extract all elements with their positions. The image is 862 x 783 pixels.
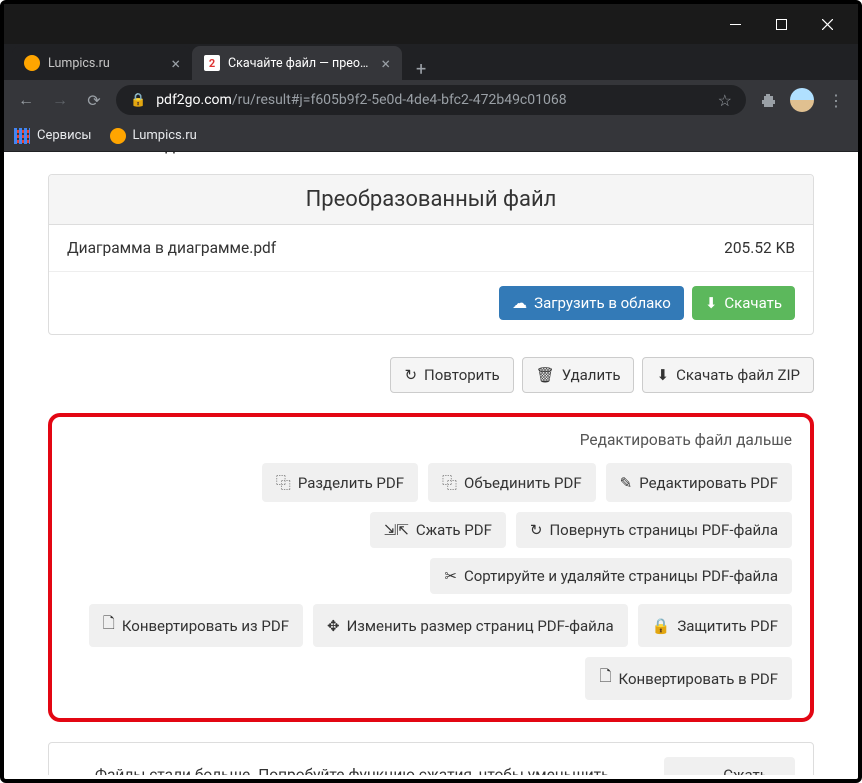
alert-text: Файлы стали больше. Попробуйте функцию с… <box>95 766 640 775</box>
file-icon: 🗋 <box>103 613 115 638</box>
copy-icon: ⿻ <box>276 472 291 493</box>
lock-icon: 🔒 <box>652 617 671 635</box>
favicon-icon: 2 <box>204 55 220 71</box>
secondary-actions-row: ↻Повторить 🗑Удалить ⬇Скачать файл ZIP <box>48 357 814 393</box>
tab-title: Lumpics.ru <box>48 56 163 71</box>
resize-pdf-button[interactable]: ✥ Изменить размер страниц PDF-файла <box>313 604 628 647</box>
favicon-icon <box>24 55 40 71</box>
window-minimize-button[interactable] <box>712 8 758 40</box>
new-tab-button[interactable]: + <box>402 59 440 80</box>
tab-title: Скачайте файл — преобразова... <box>228 56 373 71</box>
download-button[interactable]: ⬇Скачать <box>692 286 795 320</box>
lock-icon: 🔒 <box>130 93 146 108</box>
bookmark-lumpics[interactable]: Lumpics.ru <box>110 128 197 144</box>
cloud-upload-icon: ☁ <box>512 294 527 312</box>
browser-tab-lumpics[interactable]: Lumpics.ru × <box>12 46 192 80</box>
reload-button[interactable]: ⟳ <box>82 88 106 112</box>
window-maximize-button[interactable] <box>758 8 804 40</box>
apps-grid-icon <box>14 128 30 144</box>
file-name: Диаграмма в диаграмме.pdf <box>67 239 276 257</box>
trash-icon: 🗑 <box>536 366 555 384</box>
protect-pdf-button[interactable]: 🔒 Защитить PDF <box>638 604 792 647</box>
compress-alert: ⓘ Файлы стали больше. Попробуйте функцию… <box>48 742 814 775</box>
tab-strip: Lumpics.ru × 2 Скачайте файл — преобразо… <box>4 44 858 80</box>
converted-file-panel: Преобразованный файл Диаграмма в диаграм… <box>48 174 814 335</box>
convert-to-pdf-button[interactable]: 🗋 Конвертировать в PDF <box>585 657 792 700</box>
move-icon: ✥ <box>327 617 340 635</box>
forward-button: → <box>48 88 72 112</box>
edit-icon: ✎ <box>620 474 633 492</box>
tab-close-icon[interactable]: × <box>171 54 180 73</box>
bookmarks-bar: Сервисы Lumpics.ru <box>4 120 858 152</box>
rotate-icon: ↻ <box>530 521 543 539</box>
download-icon: ⬇ <box>705 294 718 312</box>
file-icon: 🗋 <box>599 666 611 691</box>
bookmark-services[interactable]: Сервисы <box>14 128 92 144</box>
partial-text: кнопкой ниже для скачивания. <box>8 152 854 174</box>
file-actions-row: ☁Загрузить в облако ⬇Скачать <box>49 272 813 334</box>
copy-icon: ⿻ <box>442 472 457 493</box>
download-icon: ⬇ <box>656 366 669 384</box>
upload-cloud-button[interactable]: ☁Загрузить в облако <box>499 286 684 320</box>
profile-avatar[interactable] <box>790 88 814 112</box>
bookmark-label: Сервисы <box>37 128 92 143</box>
download-zip-button[interactable]: ⬇Скачать файл ZIP <box>642 357 814 393</box>
page-content[interactable]: кнопкой ниже для скачивания. Преобразова… <box>8 152 854 775</box>
bookmark-star-icon[interactable]: ☆ <box>718 91 732 110</box>
address-bar[interactable]: 🔒 pdf2go.com/ru/result#j=f605b9f2-5e0d-4… <box>116 85 746 115</box>
repeat-button[interactable]: ↻Повторить <box>390 357 513 393</box>
cut-icon: ✂ <box>444 567 457 585</box>
window-close-button[interactable] <box>804 8 850 40</box>
tab-close-icon[interactable]: × <box>381 54 390 73</box>
file-size: 205.52 KB <box>724 239 795 257</box>
file-row: Диаграмма в диаграмме.pdf 205.52 KB <box>49 225 813 272</box>
info-icon: ⓘ <box>67 772 83 775</box>
site-icon <box>110 128 126 144</box>
compress-pdf-alert-button[interactable]: ⇲⇱ Сжать PDF <box>664 757 795 775</box>
edit-further-box: Редактировать файл дальше ⿻ Разделить PD… <box>48 413 814 722</box>
rotate-pdf-button[interactable]: ↻ Повернуть страницы PDF-файла <box>516 512 792 548</box>
edit-further-title: Редактировать файл дальше <box>70 431 792 449</box>
refresh-icon: ↻ <box>404 366 417 384</box>
url-text: pdf2go.com/ru/result#j=f605b9f2-5e0d-4de… <box>156 92 707 108</box>
edit-pdf-button[interactable]: ✎ Редактировать PDF <box>606 463 792 502</box>
back-button[interactable]: ← <box>14 88 38 112</box>
compress-icon: ⇲⇱ <box>384 521 409 539</box>
browser-tab-pdf2go[interactable]: 2 Скачайте файл — преобразова... × <box>192 46 402 80</box>
compress-pdf-button[interactable]: ⇲⇱ Сжать PDF <box>370 512 506 548</box>
address-bar-row: ← → ⟳ 🔒 pdf2go.com/ru/result#j=f605b9f2-… <box>4 80 858 120</box>
bookmark-label: Lumpics.ru <box>133 128 197 143</box>
panel-header: Преобразованный файл <box>49 175 813 225</box>
delete-button[interactable]: 🗑Удалить <box>522 357 635 393</box>
menu-button[interactable]: ⋮ <box>824 88 848 112</box>
window-titlebar <box>4 4 858 44</box>
convert-from-pdf-button[interactable]: 🗋 Конвертировать из PDF <box>89 604 303 647</box>
sort-pdf-button[interactable]: ✂ Сортируйте и удаляйте страницы PDF-фай… <box>430 558 792 594</box>
extensions-button[interactable] <box>756 88 780 112</box>
merge-pdf-button[interactable]: ⿻ Объединить PDF <box>428 463 596 502</box>
split-pdf-button[interactable]: ⿻ Разделить PDF <box>262 463 418 502</box>
